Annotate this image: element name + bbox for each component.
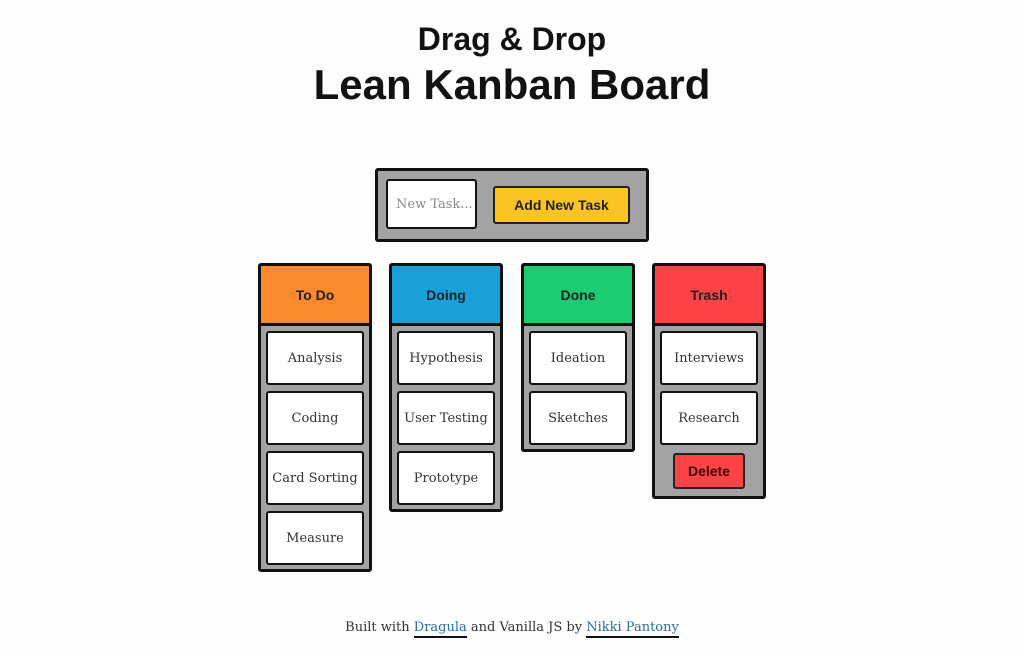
page-title: Lean Kanban Board [313, 61, 711, 108]
column-title: Doing [426, 286, 466, 303]
card-list-todo: Analysis Coding Card Sorting Measure [261, 326, 369, 569]
dragula-link[interactable]: Dragula [413, 620, 467, 638]
card-list-done: Ideation Sketches [524, 326, 632, 449]
column-title: Done [560, 286, 596, 303]
column-header-doing: Doing [392, 266, 500, 326]
card-list-trash: Interviews Research Delete [655, 326, 763, 496]
task-card[interactable]: Hypothesis [397, 331, 495, 385]
task-card[interactable]: Research [660, 391, 758, 445]
column-doing: Doing Hypothesis User Testing Prototype [389, 263, 503, 512]
column-trash: Trash Interviews Research Delete [652, 263, 766, 499]
task-card[interactable]: Coding [266, 391, 364, 445]
column-header-trash: Trash [655, 266, 763, 326]
new-task-input[interactable] [386, 179, 477, 229]
column-title: Trash [690, 286, 728, 303]
task-card[interactable]: Analysis [266, 331, 364, 385]
task-card[interactable]: Ideation [529, 331, 627, 385]
page-header: Drag & Drop Lean Kanban Board [0, 18, 1024, 110]
column-done: Done Ideation Sketches [521, 263, 635, 452]
footer-text-middle: and Vanilla JS by [466, 620, 587, 635]
column-header-todo: To Do [261, 266, 369, 326]
page-subtitle: Drag & Drop [417, 21, 607, 57]
task-card[interactable]: Prototype [397, 451, 495, 505]
add-new-task-button[interactable]: Add New Task [493, 186, 630, 224]
task-card[interactable]: Interviews [660, 331, 758, 385]
card-list-doing: Hypothesis User Testing Prototype [392, 326, 500, 509]
add-task-panel: Add New Task [375, 168, 649, 242]
task-card[interactable]: Card Sorting [266, 451, 364, 505]
delete-button[interactable]: Delete [673, 453, 745, 489]
trash-cards: Interviews Research [660, 331, 758, 445]
author-link[interactable]: Nikki Pantony [586, 620, 679, 638]
footer: Built with Dragula and Vanilla JS by Nik… [0, 620, 1024, 638]
column-header-done: Done [524, 266, 632, 326]
footer-text-prefix: Built with [345, 620, 414, 635]
task-card[interactable]: Sketches [529, 391, 627, 445]
task-card[interactable]: User Testing [397, 391, 495, 445]
column-todo: To Do Analysis Coding Card Sorting Measu… [258, 263, 372, 572]
column-title: To Do [295, 286, 335, 303]
task-card[interactable]: Measure [266, 511, 364, 565]
